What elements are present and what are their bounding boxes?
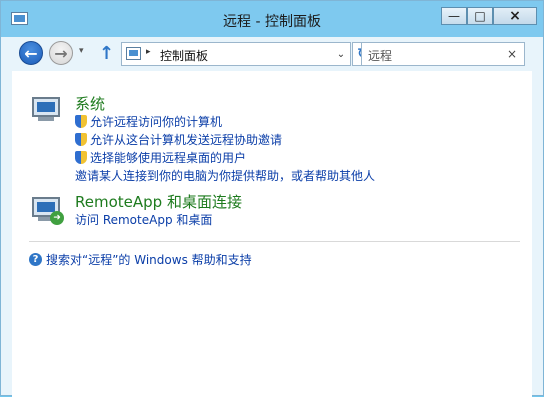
title-bar[interactable]: 远程 - 控制面板 — □ × <box>1 1 543 37</box>
recent-locations-chevron-icon[interactable]: ▾ <box>79 46 84 56</box>
link-allow-remote-access[interactable]: 允许远程访问你的计算机 <box>75 113 222 130</box>
navigation-toolbar: ← → ▾ ↑ ▸ 控制面板 ⌄ ↻ 远程 × <box>9 37 537 71</box>
help-question-icon: ? <box>29 253 42 266</box>
link-label: 允许远程访问你的计算机 <box>90 115 223 129</box>
link-allow-remote-assistance[interactable]: 允许从这台计算机发送远程协助邀请 <box>75 131 282 148</box>
link-invite-someone[interactable]: 邀请某人连接到你的电脑为你提供帮助，或者帮助其他人 <box>75 167 375 184</box>
back-button[interactable]: ← <box>19 41 43 65</box>
link-access-remoteapp[interactable]: 访问 RemoteApp 和桌面 <box>75 211 212 228</box>
group-heading-system[interactable]: 系统 <box>75 93 105 114</box>
help-link-label: 搜索对“远程”的 Windows 帮助和支持 <box>46 253 252 267</box>
minimize-button[interactable]: — <box>441 7 467 25</box>
link-label: 允许从这台计算机发送远程协助邀请 <box>90 133 283 147</box>
control-panel-window: 远程 - 控制面板 — □ × ← → ▾ ↑ ▸ 控制面板 ⌄ ↻ 远程 × … <box>0 0 544 397</box>
breadcrumb-control-panel[interactable]: 控制面板 <box>160 47 208 64</box>
forward-button[interactable]: → <box>49 41 73 65</box>
uac-shield-icon <box>75 151 87 164</box>
search-box[interactable]: 远程 × <box>361 42 525 66</box>
close-button[interactable]: × <box>493 7 537 25</box>
control-panel-location-icon <box>126 47 141 60</box>
help-search-link[interactable]: ? 搜索对“远程”的 Windows 帮助和支持 <box>29 251 252 268</box>
connection-arrow-icon: ➜ <box>50 211 64 225</box>
results-pane: 系统 允许远程访问你的计算机 允许从这台计算机发送远程协助邀请 选择能够使用远程… <box>12 71 532 397</box>
address-bar[interactable]: ▸ 控制面板 ⌄ <box>121 42 351 66</box>
address-dropdown-icon[interactable]: ⌄ <box>332 43 350 65</box>
link-select-remote-desktop-users[interactable]: 选择能够使用远程桌面的用户 <box>75 149 246 166</box>
up-arrow-icon[interactable]: ↑ <box>99 43 114 64</box>
uac-shield-icon <box>75 133 87 146</box>
clear-search-icon[interactable]: × <box>507 47 517 61</box>
system-icon <box>30 95 64 125</box>
uac-shield-icon <box>75 115 87 128</box>
remoteapp-icon: ➜ <box>30 195 64 225</box>
maximize-button[interactable]: □ <box>467 7 493 25</box>
section-divider <box>29 241 520 242</box>
link-label: 选择能够使用远程桌面的用户 <box>90 151 247 165</box>
search-input[interactable]: 远程 <box>368 47 392 64</box>
window-controls: — □ × <box>441 7 537 27</box>
group-heading-remoteapp[interactable]: RemoteApp 和桌面连接 <box>75 191 242 212</box>
breadcrumb-separator-icon[interactable]: ▸ <box>146 47 151 57</box>
